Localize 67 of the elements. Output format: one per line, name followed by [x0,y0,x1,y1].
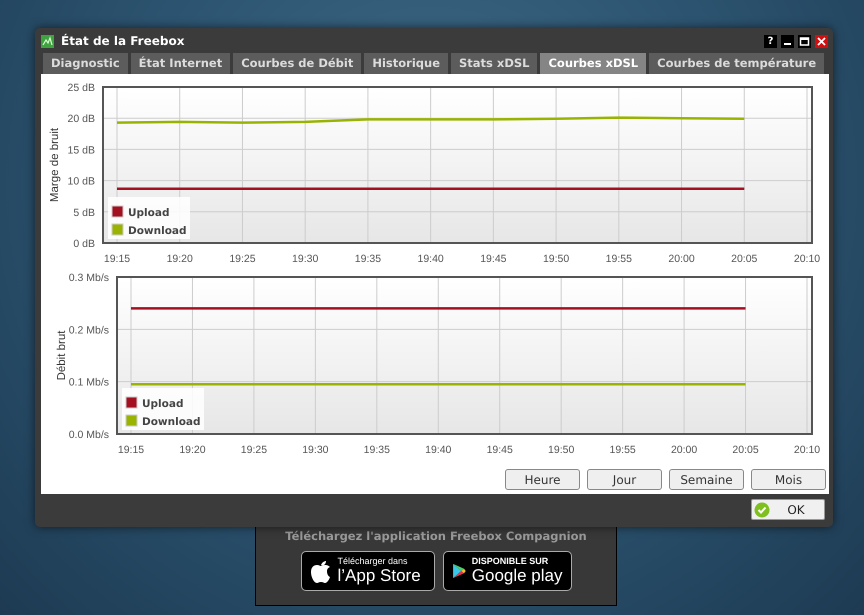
legend-label: Download [142,416,201,428]
y-tick-label: 0.2 Mb/s [68,324,109,336]
x-tick-label: 19:55 [610,444,636,456]
help-button[interactable]: ? [764,34,777,48]
x-tick-label: 20:10 [794,253,820,264]
x-tick-label: 20:00 [668,253,695,264]
promo-text: Téléchargez l'application Freebox Compagnion [285,529,587,543]
x-tick-label: 19:45 [486,444,513,456]
range-button[interactable]: Semaine [669,469,744,490]
legend-label: Upload [128,207,170,219]
y-axis-title: Débit brut [56,330,68,380]
y-tick-label: 0.1 Mb/s [68,376,109,389]
minimize-icon[interactable] [781,34,794,48]
x-tick-label: 19:45 [480,253,506,264]
x-tick-label: 19:55 [606,253,632,264]
range-button[interactable]: Mois [751,469,826,490]
x-tick-label: 19:15 [118,444,144,456]
window-title: État de la Freebox [61,34,184,48]
x-tick-label: 20:00 [670,444,698,456]
x-tick-label: 19:25 [229,253,256,264]
y-axis-title: Marge de bruit [49,128,61,202]
x-tick-label: 20:05 [732,444,759,456]
x-tick-label: 19:15 [104,253,130,264]
x-tick-label: 19:50 [542,253,570,264]
y-tick-label: 0 dB [73,238,95,250]
maximize-icon[interactable] [798,34,811,48]
check-icon [754,502,770,518]
y-tick-label: 5 dB [73,206,95,219]
x-tick-label: 19:20 [166,253,193,264]
tab[interactable]: État Internet [130,53,230,74]
range-button[interactable]: Jour [587,469,662,490]
x-tick-label: 19:40 [418,253,444,264]
x-tick-label: 19:30 [292,253,318,264]
tab[interactable]: Courbes de température [649,53,824,74]
legend-label: Download [128,225,187,237]
x-tick-label: 19:35 [354,253,382,264]
y-tick-label: 20 dB [68,113,95,126]
badge-caption: Télécharger dans [338,557,409,567]
tab[interactable]: Courbes xDSL [540,53,646,74]
y-tick-label: 25 dB [68,82,95,94]
tab[interactable]: Stats xDSL [451,53,538,74]
y-tick-label: 0.0 Mb/s [68,429,109,441]
tab[interactable]: Historique [364,53,448,74]
x-tick-label: 19:40 [425,444,452,456]
google-play-badge[interactable]: DISPONIBLE SUR Google play [442,551,572,591]
legend-label: Upload [142,398,184,410]
y-tick-label: 15 dB [68,144,95,156]
y-tick-label: 10 dB [68,176,95,188]
x-tick-label: 19:35 [364,444,390,456]
y-tick-label: 0.3 Mb/s [68,272,109,284]
app-store-badge[interactable]: Télécharger dans l’App Store [300,551,434,591]
x-tick-label: 19:20 [179,444,206,456]
x-tick-label: 19:30 [302,444,328,456]
chart-icon [41,34,54,48]
tab[interactable]: Diagnostic [43,53,128,74]
x-tick-label: 20:10 [794,444,820,456]
x-tick-label: 20:05 [731,253,758,264]
tab[interactable]: Courbes de Débit [233,53,362,74]
x-tick-label: 19:25 [240,444,268,456]
ok-button[interactable]: OK [751,499,825,520]
close-icon[interactable] [815,34,828,48]
x-tick-label: 19:50 [548,444,574,456]
badge-title: l’App Store [338,566,421,585]
range-button[interactable]: Heure [505,469,580,490]
badge-caption: DISPONIBLE SUR [472,557,550,567]
apple-icon [310,558,332,584]
badge-title: Google play [472,566,562,585]
